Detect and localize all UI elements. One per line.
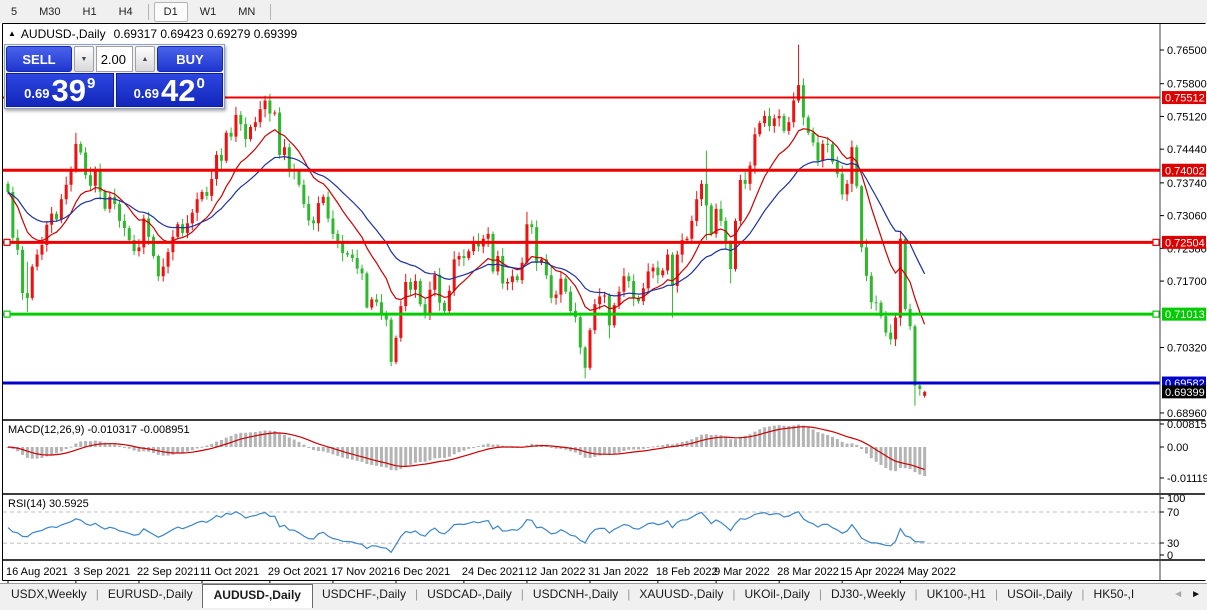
chart-symbol-label: AUDUSD-,Daily bbox=[21, 27, 106, 41]
date-label: 11 Oct 2021 bbox=[200, 566, 259, 578]
macd-tick-label: 0.00 bbox=[1167, 442, 1188, 454]
price-tag-label: 0.72504 bbox=[1165, 237, 1205, 249]
sell-price-button[interactable]: 0.69 39 9 bbox=[6, 73, 114, 107]
tab-audusd-daily[interactable]: AUDUSD-,Daily bbox=[202, 584, 313, 608]
buy-price-big-digits: 42 bbox=[161, 76, 195, 106]
buy-price-pip-digit: 0 bbox=[196, 75, 204, 92]
buy-price-prefix: 0.69 bbox=[134, 86, 159, 101]
sell-button[interactable]: SELL bbox=[6, 46, 72, 72]
date-label: 24 Dec 2021 bbox=[462, 566, 524, 578]
price-tag-label: 0.71013 bbox=[1165, 309, 1205, 321]
date-label: 9 Mar 2022 bbox=[714, 566, 770, 578]
date-label: 3 Sep 2021 bbox=[74, 566, 130, 578]
rsi-tick-label: 100 bbox=[1167, 493, 1185, 505]
tab-usdchf-daily[interactable]: USDCHF-,Daily bbox=[313, 584, 415, 605]
chart-title-bar: ▲ AUDUSD-,Daily 0.69317 0.69423 0.69279 0.… bbox=[8, 27, 297, 41]
volume-increase-button[interactable]: ▲ bbox=[135, 46, 155, 72]
tab-eurusd-daily[interactable]: EURUSD-,Daily bbox=[99, 584, 202, 605]
date-label: 12 Jan 2022 bbox=[525, 566, 586, 578]
price-tick-label: 0.73060 bbox=[1167, 211, 1207, 223]
chevron-down-icon: ▼ bbox=[81, 56, 88, 63]
tab-scroll-right-icon[interactable]: ► bbox=[1191, 590, 1201, 600]
line-endpoint-marker bbox=[1153, 311, 1159, 317]
price-tick-label: 0.73740 bbox=[1167, 178, 1207, 190]
date-label: 15 Apr 2022 bbox=[840, 566, 899, 578]
macd-tick-label: 0.008152 bbox=[1167, 419, 1207, 431]
date-label: 31 Jan 2022 bbox=[588, 566, 649, 578]
chart-background bbox=[0, 23, 1207, 610]
chart-tab-bar: USDX,Weekly|EURUSD-,DailyAUDUSD-,DailyUS… bbox=[0, 583, 1207, 610]
price-tick-label: 0.71700 bbox=[1167, 276, 1207, 288]
chart-ohlc-values: 0.69317 0.69423 0.69279 0.69399 bbox=[114, 27, 298, 41]
sell-price-prefix: 0.69 bbox=[24, 86, 49, 101]
tab-uk100-h1[interactable]: UK100-,H1 bbox=[918, 584, 995, 605]
tab-usdx-weekly[interactable]: USDX,Weekly bbox=[2, 584, 96, 605]
sell-price-pip-digit: 9 bbox=[87, 75, 95, 92]
price-tag-label: 0.69399 bbox=[1165, 387, 1205, 399]
date-label: 17 Nov 2021 bbox=[331, 566, 393, 578]
buy-button[interactable]: BUY bbox=[157, 46, 223, 72]
price-tick-label: 0.74440 bbox=[1167, 144, 1207, 156]
price-tick-label: 0.75120 bbox=[1167, 111, 1207, 123]
chart-tabs: USDX,Weekly|EURUSD-,DailyAUDUSD-,DailyUS… bbox=[0, 584, 1171, 608]
macd-indicator-label: MACD(12,26,9) -0.010317 -0.008951 bbox=[8, 424, 190, 436]
price-tag-label: 0.75512 bbox=[1165, 93, 1205, 105]
tab-usdcad-daily[interactable]: USDCAD-,Daily bbox=[418, 584, 521, 605]
rsi-tick-label: 70 bbox=[1167, 507, 1179, 519]
tab-scroll-left-icon[interactable]: ◄ bbox=[1173, 590, 1183, 600]
rsi-tick-label: 0 bbox=[1167, 550, 1173, 562]
tab-usoil-daily[interactable]: USOil-,Daily bbox=[998, 584, 1081, 605]
tab-dj30-weekly[interactable]: DJ30-,Weekly bbox=[822, 584, 914, 605]
buy-price-button[interactable]: 0.69 42 0 bbox=[116, 73, 224, 107]
price-tick-label: 0.70320 bbox=[1167, 343, 1207, 355]
volume-decrease-button[interactable]: ▼ bbox=[74, 46, 94, 72]
date-label: 4 May 2022 bbox=[898, 566, 955, 578]
line-endpoint-marker bbox=[4, 239, 10, 245]
price-tag-label: 0.74002 bbox=[1165, 165, 1205, 177]
rsi-tick-label: 30 bbox=[1167, 538, 1179, 550]
rsi-indicator-label: RSI(14) 30.5925 bbox=[8, 498, 89, 510]
date-label: 22 Sep 2021 bbox=[137, 566, 199, 578]
macd-tick-label: -0.011196 bbox=[1167, 473, 1207, 485]
price-tick-label: 0.76500 bbox=[1167, 45, 1207, 57]
tab-scroll-controls: ◄ ► bbox=[1171, 584, 1207, 606]
volume-input[interactable]: 2.00 bbox=[96, 46, 133, 72]
tab-ukoil-daily[interactable]: UKOil-,Daily bbox=[736, 584, 819, 605]
date-label: 29 Oct 2021 bbox=[268, 566, 328, 578]
sell-price-big-digits: 39 bbox=[51, 76, 85, 106]
tab-xauusd-daily[interactable]: XAUUSD-,Daily bbox=[630, 584, 732, 605]
tab-usdcnh-daily[interactable]: USDCNH-,Daily bbox=[524, 584, 627, 605]
one-click-trade-widget: SELL ▼ 2.00 ▲ BUY 0.69 39 9 0.69 42 0 bbox=[4, 44, 225, 109]
line-endpoint-marker bbox=[1153, 239, 1159, 245]
line-endpoint-marker bbox=[4, 311, 10, 317]
chevron-up-icon: ▲ bbox=[142, 56, 149, 63]
price-tick-label: 0.75800 bbox=[1167, 79, 1207, 91]
tab-hk50-i[interactable]: HK50-,I bbox=[1085, 584, 1144, 605]
trading-terminal-window: 5M30H1H4D1W1MN 0.765000.758000.751200.74… bbox=[0, 0, 1207, 610]
date-label: 16 Aug 2021 bbox=[6, 566, 68, 578]
date-label: 6 Dec 2021 bbox=[394, 566, 450, 578]
date-label: 18 Feb 2022 bbox=[656, 566, 718, 578]
collapse-triangle-icon[interactable]: ▲ bbox=[8, 29, 16, 38]
date-label: 28 Mar 2022 bbox=[777, 566, 839, 578]
